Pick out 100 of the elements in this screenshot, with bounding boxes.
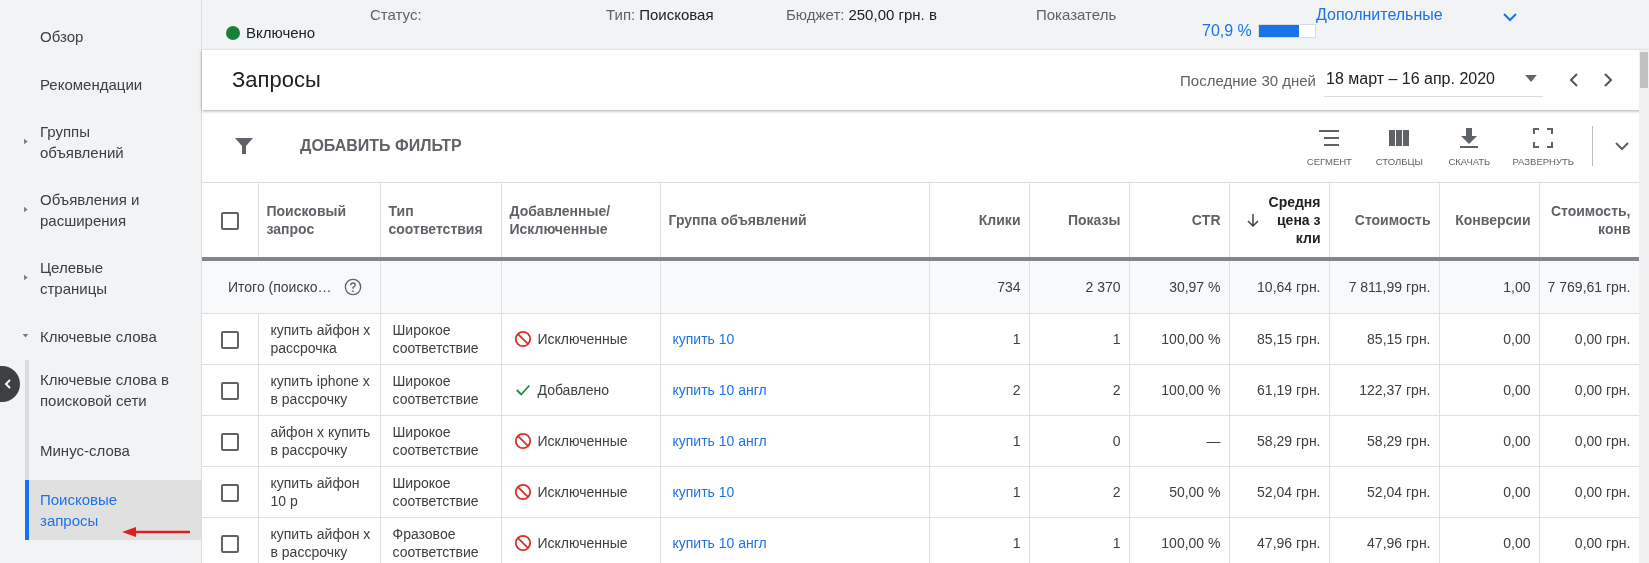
- nav-item[interactable]: Поисковые запросы: [25, 480, 201, 540]
- score-bar: [1257, 24, 1316, 38]
- table-cell: купить айфон х в рассрочку: [270, 526, 371, 560]
- column-header[interactable]: Конверсии: [1455, 211, 1531, 229]
- table-cell: 2: [1012, 382, 1021, 398]
- more-link[interactable]: Дополнительные: [1316, 6, 1443, 24]
- nav-item[interactable]: Группы объявлений: [0, 108, 201, 176]
- table-cell: купить iphone х в рассрочку: [270, 373, 370, 407]
- table-cell: 0,00: [1503, 484, 1531, 500]
- column-header[interactable]: CTR: [1191, 211, 1221, 229]
- checkbox[interactable]: [220, 330, 239, 349]
- table-cell: 0,00: [1503, 382, 1531, 398]
- table-cell: 58,29 грн.: [1257, 433, 1321, 449]
- status-text: Добавлено: [537, 381, 609, 399]
- toolbar-button[interactable]: СКАЧАТЬ: [1436, 121, 1503, 171]
- status-label: Статус:: [370, 6, 423, 24]
- table-cell: —: [1206, 433, 1221, 449]
- table-cell: 52,04 грн.: [1257, 484, 1321, 500]
- nav-item[interactable]: Обзор: [0, 12, 201, 60]
- table-cell: 0,00 грн.: [1574, 382, 1631, 398]
- table-cell: 0,00: [1503, 535, 1531, 551]
- sort-arrow-icon[interactable]: [1246, 213, 1259, 227]
- nav-item[interactable]: Минус-слова: [29, 420, 201, 480]
- column-header[interactable]: Стоимость: [1354, 211, 1431, 229]
- scrollbar[interactable]: [1639, 50, 1649, 563]
- dropdown-caret-icon: [1525, 75, 1537, 82]
- status-text: Исключенные: [537, 330, 628, 348]
- table-cell: 0: [1112, 433, 1121, 449]
- chevron-down-icon[interactable]: [1615, 141, 1629, 151]
- ad-group-link[interactable]: купить 10 англ: [672, 382, 767, 398]
- table-cell: 30,97 %: [1169, 279, 1221, 295]
- next-icon[interactable]: [1603, 72, 1613, 88]
- column-header[interactable]: Поисковый запрос: [266, 202, 372, 238]
- column-header[interactable]: Показы: [1068, 211, 1121, 229]
- table-cell: 1: [1012, 331, 1021, 347]
- toolbar-button[interactable]: РАЗВЕРНУТЬ: [1506, 121, 1580, 171]
- help-icon[interactable]: [343, 278, 362, 296]
- chevron-left-icon: [2, 378, 14, 390]
- table-cell: купить айфон х рассрочка: [270, 322, 371, 356]
- ad-group-link[interactable]: купить 10: [672, 484, 735, 500]
- ad-group-link[interactable]: купить 10: [672, 331, 735, 347]
- chevron-down-icon[interactable]: [1502, 12, 1517, 22]
- nav-item[interactable]: Объявления и расширения: [0, 176, 201, 244]
- toolbar-button[interactable]: СЕГМЕНТ: [1296, 121, 1363, 171]
- checkbox[interactable]: [220, 432, 239, 451]
- table-cell: 100,00 %: [1161, 535, 1221, 551]
- column-header[interactable]: Тип соответствия: [388, 202, 493, 238]
- nav-item[interactable]: Рекомендации: [0, 60, 201, 108]
- nav-item[interactable]: Ключевые слова: [0, 312, 201, 360]
- table-cell: 85,15 грн.: [1367, 331, 1431, 347]
- table-cell: 85,15 грн.: [1257, 331, 1321, 347]
- nav-item[interactable]: Ключевые слова в поисковой сети: [29, 360, 201, 420]
- table-cell: 2 370: [1085, 279, 1121, 295]
- budget-value: 250,00 грн. в: [848, 6, 937, 24]
- checkbox[interactable]: [220, 211, 239, 230]
- score-label: Показатель: [1036, 6, 1118, 24]
- table-cell: 0,00 грн.: [1574, 535, 1631, 551]
- page-title: Запросы: [232, 67, 322, 93]
- filter-icon[interactable]: [234, 136, 254, 156]
- column-header[interactable]: Клики: [978, 211, 1021, 229]
- table-cell: 100,00 %: [1161, 382, 1221, 398]
- type-label: Тип:: [606, 6, 636, 24]
- table-cell: 0,00 грн.: [1574, 331, 1631, 347]
- table-cell: 100,00 %: [1161, 331, 1221, 347]
- total-label: Итого (поиско…: [228, 278, 332, 296]
- table-cell: 0,00 грн.: [1574, 484, 1631, 500]
- date-preset: Последние 30 дней: [1180, 71, 1316, 89]
- status-text: Исключенные: [537, 432, 628, 450]
- table-cell: 1: [1012, 484, 1021, 500]
- checkbox[interactable]: [220, 534, 239, 553]
- table-cell: айфон х купить в рассрочку: [270, 424, 371, 458]
- table-cell: Широкое соответствие: [392, 424, 479, 458]
- date-range-dropdown[interactable]: 18 март – 16 апр. 2020: [1324, 63, 1543, 97]
- table-cell: 1: [1112, 535, 1121, 551]
- table-cell: 1,00: [1503, 279, 1531, 295]
- table-cell: 2: [1112, 382, 1121, 398]
- table-cell: Широкое соответствие: [392, 475, 479, 509]
- table-cell: купить айфон 10 р: [270, 475, 360, 509]
- column-header[interactable]: Добавленные/ Исключенные: [509, 202, 652, 238]
- table-cell: 0,00: [1503, 331, 1531, 347]
- table-cell: Фразовое соответствие: [392, 526, 479, 560]
- previous-icon[interactable]: [1569, 72, 1579, 88]
- ad-group-link[interactable]: купить 10 англ: [672, 535, 767, 551]
- table-cell: Широкое соответствие: [392, 322, 479, 356]
- checkbox[interactable]: [220, 381, 239, 400]
- column-header[interactable]: Группа объявлений: [668, 211, 807, 229]
- table-cell: 734: [997, 279, 1021, 295]
- checkbox[interactable]: [220, 483, 239, 502]
- status-text: Исключенные: [537, 534, 628, 552]
- ad-group-link[interactable]: купить 10 англ: [672, 433, 767, 449]
- table-cell: 0,00: [1503, 433, 1531, 449]
- add-filter-button[interactable]: ДОБАВИТЬ ФИЛЬТР: [296, 131, 466, 161]
- table-cell: 7 769,61 грн.: [1547, 279, 1631, 295]
- table-cell: 0,00 грн.: [1574, 433, 1631, 449]
- fullscreen-icon: [1531, 125, 1556, 150]
- table-cell: 50,00 %: [1169, 484, 1221, 500]
- nav-item[interactable]: Целевые страницы: [0, 244, 201, 312]
- column-header[interactable]: Средня цена з кли: [1268, 193, 1321, 247]
- column-header[interactable]: Стоимость, конв: [1550, 202, 1631, 238]
- toolbar-button[interactable]: СТОЛБЦЫ: [1366, 121, 1433, 171]
